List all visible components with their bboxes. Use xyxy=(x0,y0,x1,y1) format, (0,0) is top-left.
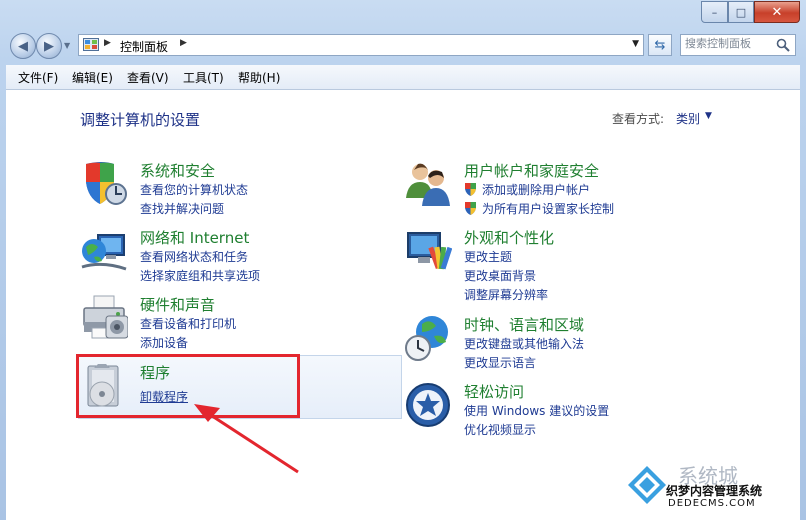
globe-clock-icon[interactable] xyxy=(404,314,452,362)
link-keyboard-input[interactable]: 更改键盘或其他输入法 xyxy=(464,335,584,352)
users-icon[interactable] xyxy=(404,160,452,208)
windows-logo-icon xyxy=(628,466,666,504)
category-title-hardware-sound[interactable]: 硬件和声音 xyxy=(140,294,215,315)
search-box xyxy=(680,34,796,56)
title-bar: – □ ✕ xyxy=(0,0,806,30)
link-display-language[interactable]: 更改显示语言 xyxy=(464,354,536,371)
menu-file[interactable]: 文件(F) xyxy=(18,69,58,86)
uac-shield-icon xyxy=(465,202,476,215)
breadcrumb-separator-icon[interactable]: ▶ xyxy=(180,38,187,48)
window-frame: – □ ✕ ◀ ▶ ▼ ▶ 控制面板 ▶ ▼ ⇆ 搜索控制面板 文件(F) 编辑… xyxy=(0,0,806,520)
link-homegroup-sharing[interactable]: 选择家庭组和共享选项 xyxy=(140,267,260,284)
printer-icon[interactable] xyxy=(80,294,128,342)
category-network-internet: 网络和 Internet 查看网络状态和任务 选择家庭组和共享选项 xyxy=(80,227,360,287)
category-title-network-internet[interactable]: 网络和 Internet xyxy=(140,227,249,248)
category-clock-language-region: 时钟、语言和区域 更改键盘或其他输入法 更改显示语言 xyxy=(404,314,704,374)
control-panel-icon xyxy=(83,38,99,51)
uac-shield-icon xyxy=(465,183,476,196)
category-title-clock-language[interactable]: 时钟、语言和区域 xyxy=(464,314,584,335)
link-add-remove-accounts[interactable]: 添加或删除用户帐户 xyxy=(464,181,590,198)
category-title-ease-of-access[interactable]: 轻松访问 xyxy=(464,381,524,402)
category-title-user-accounts[interactable]: 用户帐户和家庭安全 xyxy=(464,160,599,181)
menu-tools[interactable]: 工具(T) xyxy=(183,69,224,86)
link-parental-controls[interactable]: 为所有用户设置家长控制 xyxy=(464,200,614,217)
category-ease-of-access: 轻松访问 使用 Windows 建议的设置 优化视频显示 xyxy=(404,381,704,441)
maximize-button[interactable]: □ xyxy=(728,1,754,23)
recent-pages-dropdown[interactable]: ▼ xyxy=(64,41,70,50)
menu-help[interactable]: 帮助(H) xyxy=(238,69,280,86)
window-controls: – □ ✕ xyxy=(701,1,800,23)
search-icon[interactable] xyxy=(776,38,790,52)
link-add-remove-accounts-label: 添加或删除用户帐户 xyxy=(482,183,591,197)
red-pointer-arrow xyxy=(194,404,299,474)
address-dropdown-icon[interactable]: ▼ xyxy=(632,39,639,49)
forward-arrow-icon: ▶ xyxy=(44,38,54,54)
refresh-icon: ⇆ xyxy=(654,37,666,53)
page-title: 调整计算机的设置 xyxy=(80,111,201,129)
link-network-status[interactable]: 查看网络状态和任务 xyxy=(140,248,248,265)
link-screen-resolution[interactable]: 调整屏幕分辨率 xyxy=(464,286,548,303)
category-system-security: 系统和安全 查看您的计算机状态 查找并解决问题 xyxy=(80,160,360,220)
category-title-system-security[interactable]: 系统和安全 xyxy=(140,160,215,181)
link-add-device[interactable]: 添加设备 xyxy=(140,334,188,351)
chevron-down-icon[interactable]: ▼ xyxy=(705,111,712,121)
watermark-domain: DEDECMS.COM xyxy=(668,498,756,509)
back-arrow-icon: ◀ xyxy=(18,38,28,54)
view-by-label: 查看方式: xyxy=(612,112,665,126)
minimize-button[interactable]: – xyxy=(701,1,728,23)
category-title-appearance[interactable]: 外观和个性化 xyxy=(464,227,554,248)
refresh-button[interactable]: ⇆ xyxy=(648,34,672,56)
menu-view[interactable]: 查看(V) xyxy=(127,69,169,86)
forward-button[interactable]: ▶ xyxy=(36,33,62,59)
content-pane: 调整计算机的设置 查看方式: 类别 ▼ 系统和安全 查看您的计算机状态 查找并解… xyxy=(6,90,800,520)
back-button[interactable]: ◀ xyxy=(10,33,36,59)
link-windows-recommended[interactable]: 使用 Windows 建议的设置 xyxy=(464,402,609,419)
watermark-brand: 织梦内容管理系统 xyxy=(666,484,763,498)
network-globe-icon[interactable] xyxy=(80,227,128,275)
ease-of-access-icon[interactable] xyxy=(404,381,452,429)
menu-edit[interactable]: 编辑(E) xyxy=(72,69,113,86)
link-change-background[interactable]: 更改桌面背景 xyxy=(464,267,536,284)
category-user-accounts: 用户帐户和家庭安全 添加或删除用户帐户 为所有用户设置家长控制 xyxy=(404,160,704,220)
address-bar[interactable]: ▶ 控制面板 ▶ ▼ xyxy=(78,34,644,56)
navigation-bar: ◀ ▶ ▼ ▶ 控制面板 ▶ ▼ ⇆ xyxy=(0,30,806,62)
menu-bar: 文件(F) 编辑(E) 查看(V) 工具(T) 帮助(H) xyxy=(6,65,800,90)
link-parental-controls-label: 为所有用户设置家长控制 xyxy=(482,202,615,216)
close-button[interactable]: ✕ xyxy=(754,1,800,23)
category-appearance: 外观和个性化 更改主题 更改桌面背景 调整屏幕分辨率 xyxy=(404,227,704,303)
breadcrumb-separator-icon[interactable]: ▶ xyxy=(104,38,111,48)
appearance-icon[interactable] xyxy=(404,227,452,275)
link-devices-printers[interactable]: 查看设备和打印机 xyxy=(140,315,236,332)
shield-icon[interactable] xyxy=(80,160,128,208)
link-change-theme[interactable]: 更改主题 xyxy=(464,248,512,265)
breadcrumb-control-panel[interactable]: 控制面板 xyxy=(120,38,168,55)
search-input[interactable] xyxy=(685,37,771,50)
link-optimize-video[interactable]: 优化视频显示 xyxy=(464,421,536,438)
watermark: 系统城 织梦内容管理系统 DEDECMS.COM xyxy=(626,460,796,520)
view-by-dropdown[interactable]: 类别 xyxy=(676,110,700,127)
category-hardware-sound: 硬件和声音 查看设备和打印机 添加设备 xyxy=(80,294,360,354)
link-find-fix-problems[interactable]: 查找并解决问题 xyxy=(140,200,224,217)
link-view-computer-status[interactable]: 查看您的计算机状态 xyxy=(140,181,248,198)
